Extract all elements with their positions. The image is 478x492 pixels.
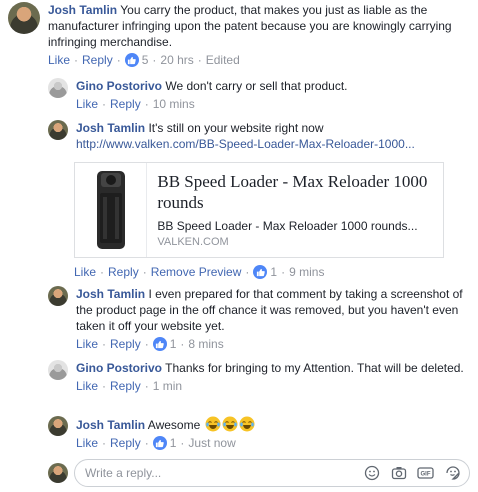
avatar[interactable] [48, 120, 68, 140]
gif-icon[interactable]: GIF [417, 465, 434, 482]
like-button[interactable]: Like [76, 435, 98, 451]
timestamp[interactable]: 1 min [153, 378, 182, 394]
like-count[interactable]: 1 [170, 435, 177, 451]
comment-link[interactable]: http://www.valken.com/BB-Speed-Loader-Ma… [76, 137, 415, 151]
timestamp[interactable]: 8 mins [188, 336, 223, 352]
avatar[interactable] [8, 2, 40, 34]
reply-button[interactable]: Reply [82, 52, 113, 68]
comment-text: It's still on your website right now [148, 121, 324, 135]
like-button[interactable]: Like [76, 96, 98, 112]
comment-author[interactable]: Josh Tamlin [76, 418, 145, 432]
sticker-icon[interactable] [444, 465, 461, 482]
timestamp[interactable]: 9 mins [289, 264, 324, 280]
like-button[interactable]: Like [74, 264, 96, 280]
comment-author[interactable]: Josh Tamlin [48, 3, 117, 17]
comment-author[interactable]: Gino Postorivo [76, 361, 162, 375]
thumbs-up-icon[interactable] [124, 53, 139, 67]
thumbs-up-icon[interactable] [152, 337, 167, 351]
speed-loader-image [96, 171, 125, 249]
like-button[interactable]: Like [48, 52, 70, 68]
reply-button[interactable]: Reply [110, 435, 141, 451]
laughing-face-icon [239, 416, 255, 432]
reply-comment-3: Josh Tamlin I even prepared for that com… [48, 286, 468, 352]
comment-1: Josh Tamlin You carry the product, that … [8, 2, 470, 68]
avatar[interactable] [48, 286, 68, 306]
comment-actions: Like · Reply · 5 · 20 hrs · Edited [48, 52, 240, 68]
comment-author[interactable]: Gino Postorivo [76, 79, 162, 93]
preview-domain: VALKEN.COM [157, 236, 229, 248]
comment-text: We don't carry or sell that product. [165, 79, 348, 93]
reply-button[interactable]: Reply [110, 96, 141, 112]
reply-button[interactable]: Reply [110, 378, 141, 394]
svg-text:GIF: GIF [421, 472, 431, 478]
comment-actions: Like · Reply · 10 mins [76, 96, 195, 112]
timestamp[interactable]: 20 hrs [160, 52, 193, 68]
remove-preview-button[interactable]: Remove Preview [151, 264, 242, 280]
avatar[interactable] [48, 78, 68, 98]
reply-comment-2: Josh Tamlin It's still on your website r… [48, 120, 468, 152]
reply-placeholder: Write a reply... [85, 466, 162, 480]
avatar[interactable] [48, 416, 68, 436]
comment-text: Awesome [147, 418, 201, 432]
avatar[interactable] [48, 360, 68, 380]
reply-comment-5: Josh Tamlin Awesome Like · Reply · 1 · J… [48, 416, 468, 451]
comment-author[interactable]: Josh Tamlin [76, 121, 145, 135]
edited-label[interactable]: Edited [206, 52, 240, 68]
comment-actions: Like · Reply · 1 · 8 mins [76, 336, 224, 352]
link-preview-card[interactable]: BB Speed Loader - Max Reloader 1000 roun… [74, 162, 444, 258]
like-count[interactable]: 5 [142, 52, 149, 68]
timestamp[interactable]: 10 mins [153, 96, 195, 112]
timestamp[interactable]: Just now [188, 435, 235, 451]
reply-comment-4: Gino Postorivo Thanks for bringing to my… [48, 360, 468, 394]
thumbs-up-icon[interactable] [152, 436, 167, 450]
like-button[interactable]: Like [76, 378, 98, 394]
like-count[interactable]: 1 [170, 336, 177, 352]
laughing-face-icon [205, 416, 221, 432]
preview-description: BB Speed Loader - Max Reloader 1000 roun… [157, 219, 418, 233]
thumbs-up-icon[interactable] [253, 265, 268, 279]
current-user-avatar [48, 463, 68, 483]
laughing-face-icon [222, 416, 238, 432]
product-thumbnail[interactable] [75, 163, 148, 257]
reply-comment-1: Gino Postorivo We don't carry or sell th… [48, 78, 468, 112]
comment-actions: Like · Reply · Remove Preview · 1 · 9 mi… [74, 264, 325, 280]
reply-button[interactable]: Reply [110, 336, 141, 352]
camera-icon[interactable] [390, 465, 407, 482]
comment-actions: Like · Reply · 1 min [76, 378, 183, 394]
reply-button[interactable]: Reply [108, 264, 139, 280]
like-count[interactable]: 1 [270, 264, 277, 280]
preview-title[interactable]: BB Speed Loader - Max Reloader 1000 roun… [157, 171, 433, 213]
reply-input[interactable]: Write a reply... GIF [74, 459, 470, 487]
like-button[interactable]: Like [76, 336, 98, 352]
comment-actions: Like · Reply · 1 · Just now [76, 435, 236, 451]
emoji-icon[interactable] [363, 465, 380, 482]
comment-text: Thanks for bringing to my Attention. Tha… [165, 361, 464, 375]
comment-author[interactable]: Josh Tamlin [76, 287, 145, 301]
